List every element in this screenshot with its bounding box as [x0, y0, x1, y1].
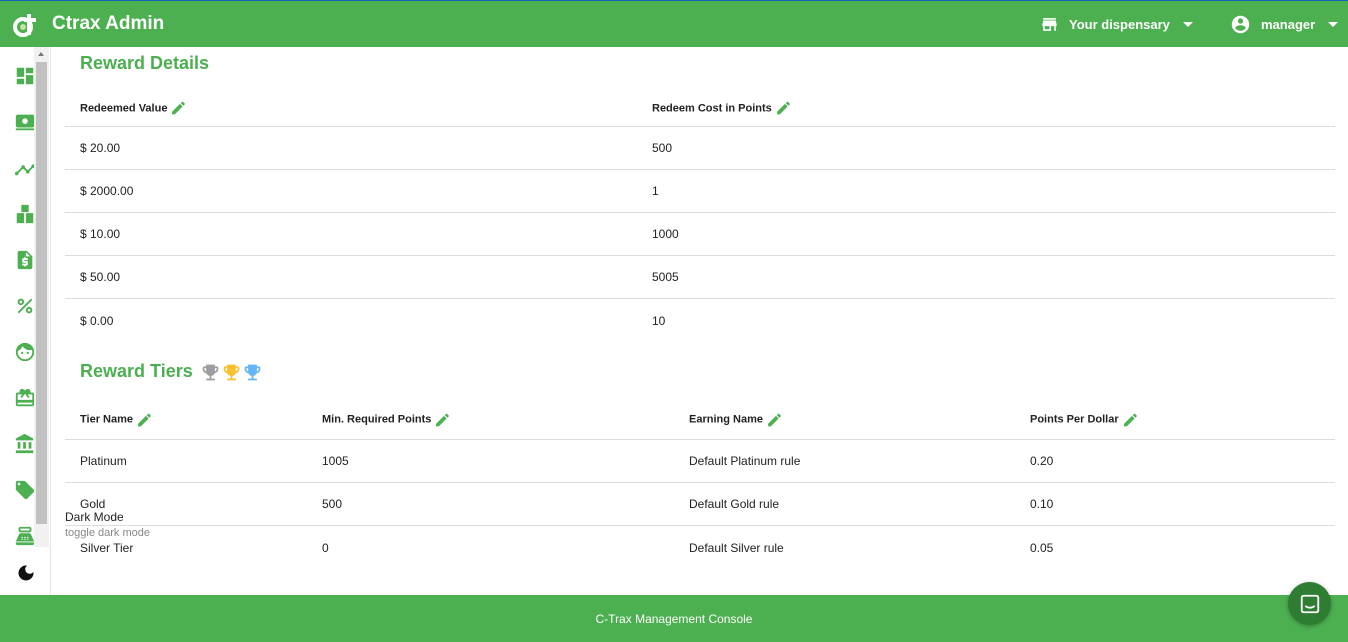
edit-pencil-icon[interactable]: [766, 411, 783, 428]
register-icon: [15, 526, 35, 546]
sidebar-item-analytics[interactable]: [14, 157, 36, 179]
column-header: Points Per Dollar: [1030, 411, 1139, 428]
top-app-bar: Ctrax Admin Your dispensary manager: [0, 0, 1348, 47]
invoice-icon: [17, 250, 33, 270]
sidebar: [0, 47, 51, 595]
sidebar-scrollbar[interactable]: [34, 47, 49, 547]
column-header: Min. Required Points: [322, 411, 451, 428]
column-header: Redeemed Value: [80, 100, 187, 117]
table-header-row: Tier Name Min. Required Points Earning N…: [65, 400, 1335, 440]
store-icon: [1042, 18, 1057, 31]
tier-name-cell: Platinum: [80, 454, 127, 468]
customers-icon: [15, 342, 35, 362]
chat-launcher-button[interactable]: [1288, 582, 1331, 625]
redeem-cost-cell: 1000: [652, 227, 679, 241]
ctrax-logo-icon: [13, 14, 36, 37]
bank-icon: [15, 433, 34, 454]
main-content: Reward Details Redeemed Value Redeem Cos…: [51, 47, 1348, 595]
points-per-dollar-cell: 0.10: [1030, 497, 1054, 511]
footer: C-Trax Management Console: [0, 595, 1348, 642]
redeemed-value-cell: $ 50.00: [80, 270, 121, 284]
inventory-icon: [16, 204, 34, 224]
user-menu[interactable]: manager: [1230, 14, 1339, 35]
redeem-cost-cell: 10: [652, 313, 666, 328]
reward-tiers-title: Reward Tiers: [80, 361, 193, 381]
min-points-cell: 500: [322, 497, 343, 511]
column-header: Tier Name: [80, 411, 153, 428]
tier-name-cell: Silver Tier: [80, 540, 134, 555]
gift-icon: [15, 388, 35, 407]
chevron-down-icon: [1328, 22, 1339, 27]
table-header-row: Redeemed Value Redeem Cost in Points: [65, 90, 1335, 127]
dark-mode-moon-icon[interactable]: [16, 563, 36, 583]
tags-icon: [15, 480, 35, 500]
dashboard-icon: [16, 67, 34, 85]
sidebar-item-discounts[interactable]: [14, 295, 36, 317]
chat-icon: [1300, 594, 1319, 613]
scroll-thumb[interactable]: [36, 62, 47, 524]
table-row[interactable]: $ 2000.00 1: [65, 170, 1335, 213]
sidebar-item-dashboard[interactable]: [14, 65, 36, 87]
points-per-dollar-cell: 0.20: [1030, 454, 1054, 468]
sidebar-item-invoices[interactable]: [14, 249, 36, 271]
reward-details-table: Redeemed Value Redeem Cost in Points $ 2…: [65, 90, 1335, 342]
sidebar-item-inventory[interactable]: [14, 203, 36, 225]
reward-details-title: Reward Details: [80, 53, 210, 73]
earning-name-cell: Default Gold rule: [689, 497, 780, 511]
table-row[interactable]: Platinum 1005 Default Platinum rule 0.20: [65, 440, 1335, 483]
app-title: Ctrax Admin: [52, 13, 165, 34]
column-header: Redeem Cost in Points: [652, 100, 792, 117]
reward-tiers-table: Tier Name Min. Required Points Earning N…: [65, 400, 1335, 569]
sidebar-item-register[interactable]: [14, 525, 36, 547]
discount-icon: [17, 298, 33, 314]
user-label: manager: [1261, 17, 1316, 32]
analytics-icon: [14, 164, 36, 176]
edit-pencil-icon[interactable]: [170, 100, 187, 117]
sidebar-item-customers[interactable]: [14, 341, 36, 363]
edit-pencil-icon[interactable]: [1122, 411, 1139, 428]
sidebar-item-pos[interactable]: [14, 111, 36, 133]
earning-name-cell: Default Silver rule: [689, 540, 784, 555]
redeem-cost-cell: 500: [652, 141, 673, 155]
sidebar-item-gifts[interactable]: [14, 387, 36, 409]
redeem-cost-cell: 5005: [652, 270, 679, 284]
column-header: Earning Name: [689, 411, 783, 428]
points-per-dollar-cell: 0.05: [1030, 540, 1054, 555]
footer-text: C-Trax Management Console: [595, 611, 753, 626]
reward-tiers-heading: Reward Tiers: [80, 361, 263, 383]
chevron-down-icon: [1182, 22, 1193, 27]
platinum-trophy-icon: [244, 364, 261, 381]
table-row[interactable]: Silver Tier 0 Default Silver rule 0.05: [65, 526, 1335, 569]
scroll-up-arrow-icon[interactable]: [38, 52, 44, 56]
redeem-cost-cell: 1: [652, 184, 659, 198]
trophies: [200, 362, 263, 383]
tier-name-cell: Gold: [80, 497, 106, 511]
store-selector[interactable]: Your dispensary: [1040, 15, 1193, 34]
table-row[interactable]: Gold 500 Default Gold rule 0.10: [65, 483, 1335, 526]
silver-trophy-icon: [202, 364, 219, 381]
table-row[interactable]: $ 10.00 1000: [65, 213, 1335, 256]
edit-pencil-icon[interactable]: [775, 100, 792, 117]
min-points-cell: 0: [322, 540, 329, 555]
redeemed-value-cell: $ 10.00: [80, 227, 121, 241]
redeemed-value-cell: $ 20.00: [80, 141, 121, 155]
sidebar-item-bank[interactable]: [14, 433, 36, 455]
edit-pencil-icon[interactable]: [136, 411, 153, 428]
gold-trophy-icon: [223, 364, 240, 381]
redeemed-value-cell: $ 0.00: [80, 313, 114, 328]
redeemed-value-cell: $ 2000.00: [80, 184, 134, 198]
table-row[interactable]: $ 0.00 10: [65, 299, 1335, 342]
store-label: Your dispensary: [1069, 17, 1170, 32]
table-row[interactable]: $ 20.00 500: [65, 127, 1335, 170]
min-points-cell: 1005: [322, 454, 349, 468]
sidebar-item-tags[interactable]: [14, 479, 36, 501]
edit-pencil-icon[interactable]: [434, 411, 451, 428]
account-circle-icon: [1231, 15, 1250, 34]
earning-name-cell: Default Platinum rule: [689, 454, 801, 468]
table-row[interactable]: $ 50.00 5005: [65, 256, 1335, 299]
point-of-sale-icon: [15, 114, 35, 131]
